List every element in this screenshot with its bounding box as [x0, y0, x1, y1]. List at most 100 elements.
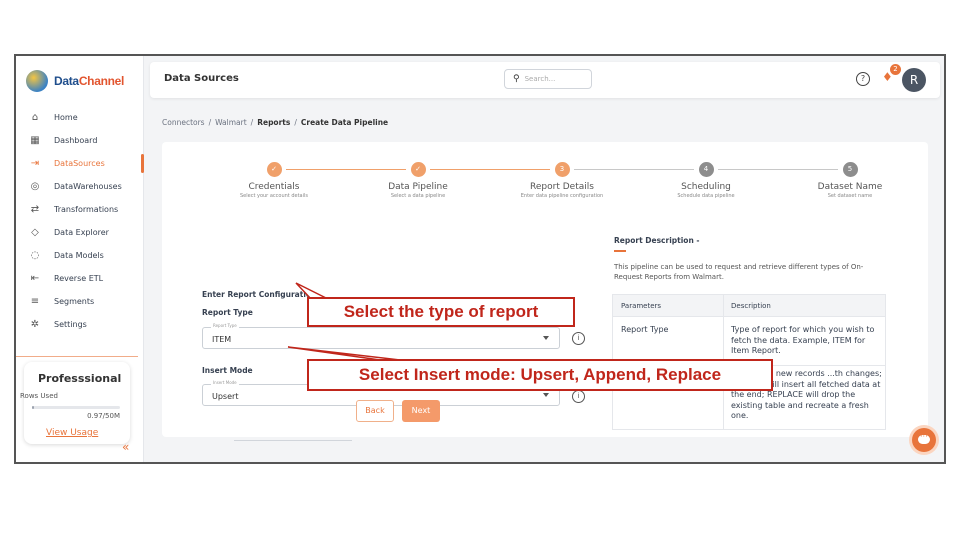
table-cell-param: Report Type — [621, 325, 669, 334]
column-header: Description — [731, 302, 771, 310]
reverse-etl-icon: ⇤ — [30, 273, 40, 284]
sidebar-item-label: DataSources — [54, 159, 105, 168]
breadcrumb-separator: / — [250, 118, 254, 127]
breadcrumb-separator: / — [294, 118, 297, 127]
step-data-pipeline: ✓ Data Pipeline Select a data pipeline — [338, 162, 498, 199]
view-usage-link[interactable]: View Usage — [46, 428, 98, 438]
table-header: Parameters Description — [613, 295, 885, 317]
check-icon: ✓ — [410, 162, 426, 177]
sidebar-item-label: Transformations — [54, 205, 119, 214]
sidebar-item-label: Settings — [54, 320, 87, 329]
breadcrumb-item: Create Data Pipeline — [300, 118, 389, 127]
check-icon: ✓ — [266, 162, 282, 177]
report-type-floating-label: Report Type — [211, 323, 239, 328]
database-icon: ◎ — [30, 181, 40, 192]
settings-icon: ✲ — [30, 319, 40, 330]
step-subtitle: Schedule data pipeline — [677, 193, 735, 199]
sidebar-item-transformations[interactable]: ⇄ Transformations — [16, 198, 144, 221]
step-label: Data Pipeline — [388, 182, 448, 192]
top-header: Data Sources ⚲ Search... ? ♦ 2 R — [150, 62, 940, 98]
next-button[interactable]: Next — [402, 400, 440, 422]
sidebar-nav: ⌂ Home ▦ Dashboard ⇥ DataSources ◎ DataWarehous… — [16, 106, 144, 336]
plan-card: Professsional Rows Used 0.97/50M View Us… — [20, 362, 130, 444]
notification-badge: 2 — [890, 64, 901, 75]
datasources-icon: ⇥ — [30, 158, 40, 169]
page-title: Data Sources — [164, 73, 239, 84]
sidebar-item-label: DataWarehouses — [54, 182, 122, 191]
sidebar-item-label: Reverse ETL — [54, 274, 104, 283]
sidebar-item-label: Dashboard — [54, 136, 98, 145]
breadcrumb-separator: / — [208, 118, 212, 127]
description-text: This pipeline can be used to request and… — [614, 263, 864, 281]
sidebar: DataChannel ⌂ Home ▦ Dashboard ⇥ DataSources ◎… — [16, 56, 144, 462]
step-dataset-name: 5 Dataset Name Set dataset name — [770, 162, 930, 199]
sidebar-item-segments[interactable]: ≡ Segments — [16, 290, 144, 313]
breadcrumb-item[interactable]: Connectors — [162, 118, 205, 127]
step-label: Dataset Name — [817, 182, 883, 192]
breadcrumb-item[interactable]: Walmart — [215, 118, 247, 127]
step-scheduling: 4 Scheduling Schedule data pipeline — [626, 162, 786, 199]
logo[interactable]: DataChannel — [26, 70, 124, 92]
insert-mode-value: Upsert — [212, 392, 239, 401]
insert-mode-label: Insert Mode — [202, 366, 253, 375]
globe-icon — [26, 70, 48, 92]
step-subtitle: Select your account details — [239, 193, 308, 199]
explorer-icon: ◇ — [31, 227, 39, 238]
step-number: 3 — [554, 162, 570, 177]
description-underline — [614, 250, 626, 252]
sidebar-item-data-explorer[interactable]: ◇ Data Explorer — [16, 221, 144, 244]
chat-icon[interactable] — [912, 428, 936, 452]
avatar[interactable]: R — [902, 68, 926, 92]
step-report-details: 3 Report Details Enter data pipeline confi… — [482, 162, 642, 199]
usage-bar — [32, 406, 120, 409]
segments-icon: ≡ — [30, 296, 40, 307]
search-icon: ⚲ — [513, 74, 520, 84]
sidebar-item-reverse-etl[interactable]: ⇤ Reverse ETL — [16, 267, 144, 290]
back-button[interactable]: Back — [356, 400, 394, 422]
breadcrumb: Connectors / Walmart / Reports / Create Data P… — [162, 118, 388, 127]
breadcrumb-item[interactable]: Reports — [257, 118, 290, 127]
step-number: 4 — [698, 162, 714, 177]
info-icon[interactable]: i — [572, 390, 585, 403]
step-subtitle: Select a data pipeline — [390, 193, 446, 199]
report-type-value: ITEM — [212, 335, 232, 344]
sidebar-item-dashboard[interactable]: ▦ Dashboard — [16, 129, 144, 152]
transform-icon: ⇄ — [30, 204, 40, 215]
models-icon: ◌ — [30, 250, 40, 261]
plan-title: Professsional — [38, 372, 122, 385]
sidebar-item-datawarehouses[interactable]: ◎ DataWarehouses — [16, 175, 144, 198]
logo-text: DataChannel — [54, 74, 125, 88]
form-heading: Enter Report Configuration — [202, 290, 317, 299]
column-header: Parameters — [621, 302, 662, 310]
help-icon[interactable]: ? — [856, 72, 870, 86]
table-cell-desc: Type of report for which you wish to fet… — [731, 325, 875, 355]
home-icon: ⌂ — [31, 112, 39, 123]
sidebar-item-home[interactable]: ⌂ Home — [16, 106, 144, 129]
sidebar-item-label: Data Models — [54, 251, 104, 260]
sidebar-item-label: Home — [54, 113, 78, 122]
insert-mode-floating-label: Insert Mode — [211, 380, 239, 385]
sidebar-divider — [16, 356, 138, 357]
report-type-label: Report Type — [202, 308, 253, 317]
step-label: Scheduling — [681, 182, 731, 192]
step-number: 5 — [842, 162, 858, 177]
collapse-sidebar-icon[interactable]: « — [122, 440, 129, 454]
chevron-down-icon — [543, 393, 549, 397]
step-label: Credentials — [248, 182, 300, 192]
step-label: Report Details — [530, 182, 594, 192]
search-placeholder: Search... — [524, 75, 556, 83]
sidebar-item-datasources[interactable]: ⇥ DataSources — [16, 152, 144, 175]
report-type-select[interactable]: Report Type ITEM — [202, 323, 560, 349]
usage-bar-fill — [32, 406, 34, 409]
sidebar-item-data-models[interactable]: ◌ Data Models — [16, 244, 144, 267]
sidebar-item-settings[interactable]: ✲ Settings — [16, 313, 144, 336]
report-type-callout: Select the type of report — [307, 297, 575, 327]
insert-mode-callout: Select Insert mode: Upsert, Append, Repl… — [307, 359, 773, 391]
search-input[interactable]: ⚲ Search... — [504, 69, 592, 89]
rows-used-label: Rows Used — [20, 392, 58, 400]
usage-value: 0.97/50M — [87, 412, 120, 420]
sidebar-item-label: Segments — [54, 297, 95, 306]
form-divider — [234, 440, 352, 441]
dashboard-icon: ▦ — [30, 135, 40, 146]
info-icon[interactable]: i — [572, 332, 585, 345]
